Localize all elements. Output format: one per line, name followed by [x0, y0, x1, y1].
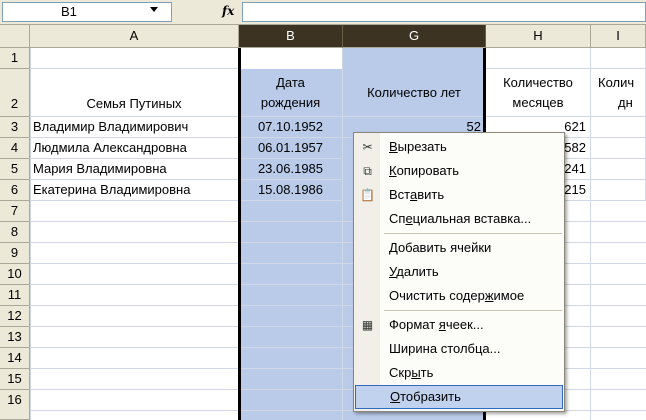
row-header-14[interactable]: 14	[0, 348, 30, 369]
name-box[interactable]: B1	[2, 2, 172, 22]
menu-paste-special-pre: Сп	[389, 211, 406, 226]
row-header-2[interactable]: 2	[0, 69, 30, 117]
column-header-g[interactable]: G	[343, 25, 486, 48]
menu-item-unhide[interactable]: Отобразить	[355, 385, 563, 409]
cell-h2[interactable]: Количество месяцев	[486, 69, 591, 117]
menu-unhide-label: тобразить	[400, 389, 461, 404]
row-header-6[interactable]: 6	[0, 180, 30, 201]
cell-i3[interactable]	[591, 117, 646, 138]
row-header-3[interactable]: 3	[0, 117, 30, 138]
menu-clear-label: имое	[493, 288, 525, 303]
column-header-a[interactable]: A	[30, 25, 239, 48]
menu-hide-accel: ы	[411, 365, 421, 380]
menu-item-delete[interactable]: Удалить	[354, 260, 564, 284]
cell-a5[interactable]: Мария Владимировна	[30, 159, 239, 180]
row-header-13[interactable]: 13	[0, 327, 30, 348]
chevron-down-icon[interactable]	[150, 7, 158, 12]
cell-a1[interactable]	[30, 48, 239, 69]
cell-g2[interactable]: Количество лет	[343, 69, 486, 117]
menu-format-pre: Формат	[389, 317, 439, 332]
column-header-b[interactable]: B	[239, 25, 343, 48]
menu-item-insert-cells[interactable]: Добавить ячейки	[354, 236, 564, 260]
menu-paste-pre: Вст	[389, 187, 410, 202]
menu-item-paste-special[interactable]: Специальная вставка...	[354, 207, 564, 231]
row-header-4[interactable]: 4	[0, 138, 30, 159]
menu-format-accel: я	[438, 317, 446, 332]
menu-item-cut[interactable]: ✂ Вырезать	[354, 135, 564, 159]
menu-insert-label: обавить ячейки	[397, 240, 492, 255]
menu-item-copy[interactable]: ⧉ Копировать	[354, 159, 564, 183]
cell-b2-line2: рождения	[260, 94, 321, 110]
col-line-a	[238, 48, 239, 420]
cell-b3[interactable]: 07.10.1952	[239, 117, 343, 138]
cell-b4[interactable]: 06.01.1957	[239, 138, 343, 159]
cell-b5[interactable]: 23.06.1985	[239, 159, 343, 180]
row-header-7[interactable]: 7	[0, 201, 30, 222]
column-header-h[interactable]: H	[486, 25, 591, 48]
scissors-icon: ✂	[362, 140, 373, 154]
row-header-8[interactable]: 8	[0, 222, 30, 243]
format-cells-icon: ▦	[361, 318, 374, 332]
formula-bar: B1 fx	[0, 0, 646, 25]
cell-i4[interactable]	[591, 138, 646, 159]
cell-i2-line2: дн	[618, 94, 633, 110]
menu-item-hide[interactable]: Скрыть	[354, 361, 564, 385]
col-line-b	[342, 48, 343, 420]
cell-h2-line1: Количество	[503, 74, 573, 90]
cell-b2[interactable]: Дата рождения	[239, 69, 343, 117]
menu-item-paste[interactable]: 📋 Вставить	[354, 183, 564, 207]
menu-paste-special-accel: е	[405, 211, 413, 226]
cell-i2[interactable]: Колич дн	[591, 69, 646, 117]
row-header-1[interactable]: 1	[0, 48, 30, 69]
menu-width-pre: Ширина столбца	[389, 341, 490, 356]
cell-h1[interactable]	[486, 48, 591, 69]
menu-clear-accel: ж	[484, 288, 494, 303]
row-header-10[interactable]: 10	[0, 264, 30, 285]
menu-unhide-accel: О	[390, 389, 401, 404]
menu-separator	[384, 233, 562, 234]
menu-item-column-width[interactable]: Ширина столбца...	[354, 337, 564, 361]
row-header-15[interactable]: 15	[0, 369, 30, 390]
row-header-11[interactable]: 11	[0, 285, 30, 306]
cell-a4[interactable]: Людмила Александровна	[30, 138, 239, 159]
column-header-i[interactable]: I	[591, 25, 646, 48]
menu-hide-pre: Скр	[389, 365, 412, 380]
menu-width-label: ...	[489, 341, 501, 356]
row-header-12[interactable]: 12	[0, 306, 30, 327]
cell-i1[interactable]	[591, 48, 646, 69]
clipboard-icon: 📋	[360, 188, 375, 202]
function-icon[interactable]: fx	[222, 4, 234, 18]
cell-b6[interactable]: 15.08.1986	[239, 180, 343, 201]
menu-clear-pre: Очистить содер	[389, 288, 485, 303]
cell-a3[interactable]: Владимир Владимирович	[30, 117, 239, 138]
copy-icon: ⧉	[363, 164, 372, 178]
cell-h2-line2: месяцев	[512, 94, 564, 110]
menu-cut-accel: В	[389, 139, 398, 154]
row-header-16[interactable]: 16	[0, 390, 30, 420]
menu-format-label: чеек...	[445, 317, 484, 332]
row-header-5[interactable]: 5	[0, 159, 30, 180]
menu-cut-label: ырезать	[397, 139, 447, 154]
menu-paste-label: вить	[417, 187, 445, 202]
menu-insert-accel: Д	[389, 240, 398, 255]
formula-input[interactable]	[242, 2, 646, 22]
menu-item-clear-contents[interactable]: Очистить содержимое	[354, 284, 564, 308]
select-all-corner[interactable]	[0, 25, 30, 48]
cell-a2[interactable]: Семья Путиных	[30, 69, 239, 117]
row-header-9[interactable]: 9	[0, 243, 30, 264]
menu-hide-label: ть	[420, 365, 434, 380]
cell-i5[interactable]	[591, 159, 646, 180]
menu-delete-label: далить	[396, 264, 439, 279]
cell-b2-line1: Дата	[276, 74, 305, 90]
cell-i6[interactable]	[591, 180, 646, 201]
menu-paste-special-label: циальная вставка...	[412, 211, 532, 226]
menu-separator	[384, 310, 562, 311]
context-menu: ✂ Вырезать ⧉ Копировать 📋 Вставить Специ…	[353, 132, 565, 412]
menu-copy-label: опировать	[396, 163, 460, 178]
menu-copy-accel: К	[389, 163, 397, 178]
col-line-h	[590, 48, 591, 420]
cell-a6[interactable]: Екатерина Владимировна	[30, 180, 239, 201]
menu-item-format-cells[interactable]: ▦ Формат ячеек...	[354, 313, 564, 337]
cell-i2-line1: Колич	[598, 74, 635, 90]
